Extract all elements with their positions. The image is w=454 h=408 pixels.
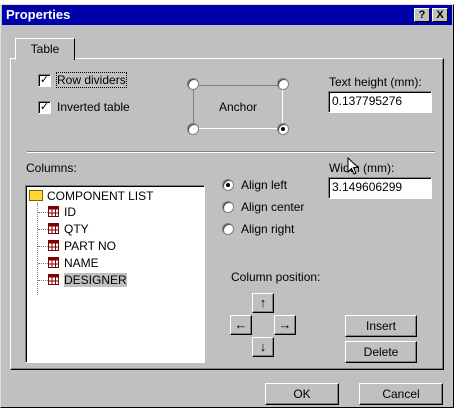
tree-connector — [38, 212, 48, 213]
dialog-title: Properties — [6, 7, 71, 22]
columns-tree[interactable]: COMPONENT LIST ID QTY PART NO NAME DESIG… — [25, 185, 205, 363]
align-right-radio[interactable] — [222, 223, 234, 235]
align-center-label[interactable]: Align center — [241, 200, 304, 214]
row-dividers-label[interactable]: Row dividers — [56, 72, 127, 88]
table-icon — [48, 240, 59, 252]
folder-icon — [29, 190, 43, 202]
tree-line — [37, 203, 38, 295]
table-icon — [48, 274, 59, 286]
row-dividers-checkbox[interactable]: ✓ — [38, 74, 51, 87]
tree-item-label: PART NO — [64, 239, 117, 253]
delete-button[interactable]: Delete — [345, 341, 417, 363]
arrow-right-icon: → — [278, 317, 292, 332]
anchor-bottom-left-radio[interactable] — [187, 123, 199, 135]
tree-item-part-no[interactable]: PART NO — [48, 238, 116, 254]
anchor-box: Anchor — [193, 85, 283, 129]
tree-item-label: ID — [64, 205, 76, 219]
tree-item-label: QTY — [64, 222, 89, 236]
text-height-input[interactable]: 0.137795276 — [328, 91, 432, 113]
align-left-radio[interactable] — [222, 179, 234, 191]
columns-label: Columns: — [26, 161, 77, 175]
width-input[interactable]: 3.149606299 — [328, 177, 432, 199]
move-left-button[interactable]: ← — [230, 315, 252, 335]
tree-item-name[interactable]: NAME — [48, 255, 99, 271]
table-icon — [48, 223, 59, 235]
arrow-left-icon: ← — [234, 317, 248, 332]
align-right-label[interactable]: Align right — [241, 222, 294, 236]
text-height-label: Text height (mm): — [329, 75, 422, 89]
align-center-radio[interactable] — [222, 201, 234, 213]
move-down-button[interactable]: ↓ — [252, 337, 274, 357]
move-up-button[interactable]: ↑ — [252, 293, 274, 313]
tree-connector — [38, 246, 48, 247]
tree-item-designer[interactable]: DESIGNER — [48, 272, 127, 288]
title-bar: Properties ? X — [2, 5, 452, 25]
tree-root-item[interactable]: COMPONENT LIST — [29, 188, 153, 204]
column-position-label: Column position: — [231, 270, 321, 284]
move-right-button[interactable]: → — [274, 315, 296, 335]
anchor-bottom-right-radio[interactable] — [277, 123, 289, 135]
tab-table[interactable]: Table — [15, 38, 75, 60]
help-button[interactable]: ? — [414, 8, 430, 22]
tree-item-label: NAME — [64, 256, 99, 270]
table-icon — [48, 257, 59, 269]
tree-item-qty[interactable]: QTY — [48, 221, 89, 237]
inverted-table-label[interactable]: Inverted table — [57, 100, 130, 114]
tree-connector — [38, 263, 48, 264]
anchor-top-right-radio[interactable] — [277, 78, 289, 90]
arrow-up-icon: ↑ — [259, 295, 267, 310]
table-icon — [48, 206, 59, 218]
mouse-cursor-icon — [347, 157, 360, 175]
tree-root-label: COMPONENT LIST — [47, 189, 154, 203]
align-left-label[interactable]: Align left — [241, 178, 287, 192]
insert-button[interactable]: Insert — [345, 315, 417, 337]
inverted-table-checkbox[interactable]: ✓ — [38, 101, 51, 114]
tree-item-id[interactable]: ID — [48, 204, 76, 220]
anchor-top-left-radio[interactable] — [187, 78, 199, 90]
properties-dialog: Properties ? X Table ✓ Row dividers ✓ In… — [0, 4, 454, 408]
anchor-label: Anchor — [218, 100, 258, 114]
tree-connector — [38, 280, 48, 281]
separator-highlight — [27, 152, 435, 153]
close-button[interactable]: X — [432, 8, 448, 22]
cancel-button[interactable]: Cancel — [359, 383, 443, 405]
tree-connector — [38, 229, 48, 230]
ok-button[interactable]: OK — [265, 383, 339, 405]
arrow-down-icon: ↓ — [259, 339, 267, 354]
tree-item-label: DESIGNER — [64, 273, 127, 287]
